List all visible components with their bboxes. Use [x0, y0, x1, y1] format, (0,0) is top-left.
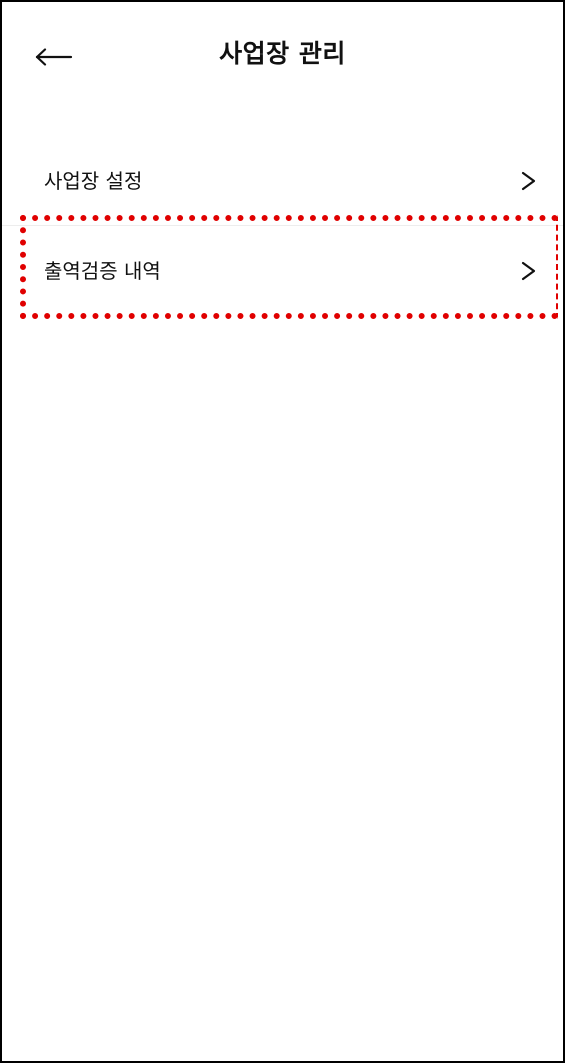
menu-item-label: 출역검증 내역 — [44, 259, 161, 283]
screen-frame: 사업장 관리 사업장 설정 출역검증 내역 — [0, 0, 565, 1063]
menu-item-workplace-settings[interactable]: 사업장 설정 — [2, 136, 563, 226]
chevron-right-icon — [519, 170, 539, 192]
page-title: 사업장 관리 — [219, 39, 346, 68]
app-header: 사업장 관리 — [2, 2, 563, 106]
menu-item-label: 사업장 설정 — [44, 169, 143, 193]
menu-item-attendance-verification-history[interactable]: 출역검증 내역 — [2, 226, 563, 316]
chevron-right-icon — [519, 260, 539, 282]
menu-list: 사업장 설정 출역검증 내역 — [2, 136, 563, 316]
